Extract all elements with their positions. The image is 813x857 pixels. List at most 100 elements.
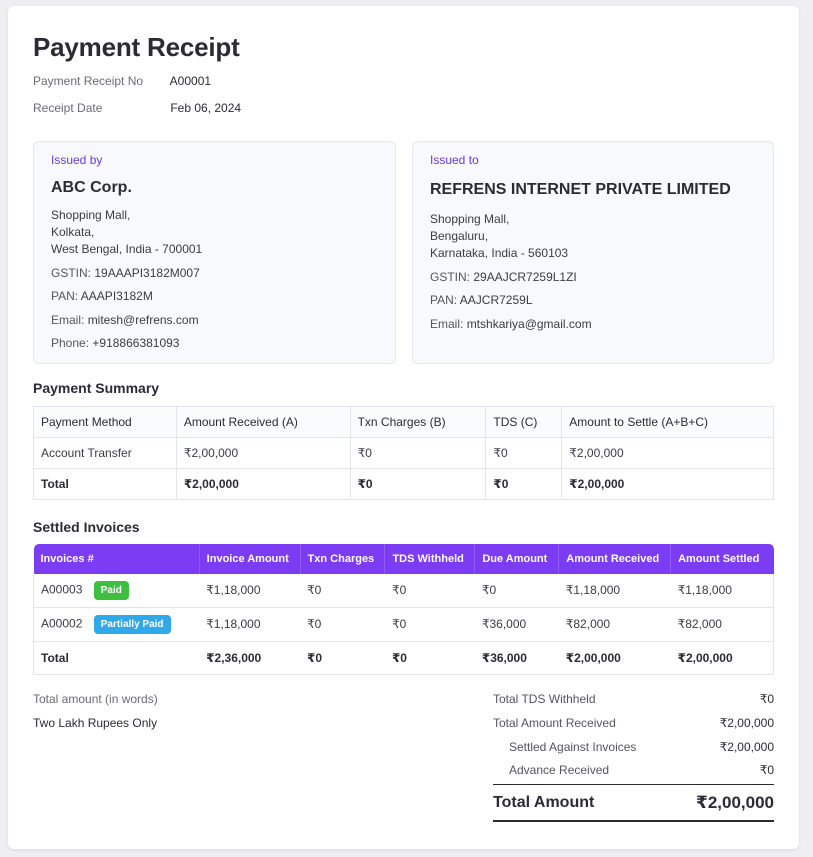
email-label: Email: [430,317,464,331]
table-cell: ₹0 [384,607,475,642]
payment-summary-title: Payment Summary [33,380,160,396]
grand-total-row: Total Amount ₹2,00,000 [493,784,774,822]
table-cell: ₹1,18,000 [199,574,301,608]
column-header: Amount Settled [670,544,774,574]
table-cell: Total [33,641,200,675]
issued-to-address: Shopping Mall, Bengaluru, Karnataka, Ind… [430,211,756,262]
column-header: Invoices # [33,544,200,574]
issued-by-address-line: Kolkata, [51,225,95,239]
column-header: TDS Withheld [384,544,476,574]
table-cell: ₹0 [384,641,475,675]
table-cell: ₹82,000 [558,607,671,642]
column-header: Amount Received [558,544,672,574]
invoice-cell: A00003 Paid [33,574,200,608]
settled-against-value: ₹2,00,000 [719,740,774,754]
page-title: Payment Receipt [33,32,240,62]
total-received-value: ₹2,00,000 [719,716,774,730]
invoice-number-link[interactable]: A00003 [41,582,82,596]
table-cell: ₹0 [300,574,385,608]
table-row: Account Transfer ₹2,00,000 ₹0 ₹0 ₹2,00,0… [33,437,774,469]
gstin-label: GSTIN: [430,270,471,284]
issued-to-address-line: Bengaluru, [430,229,489,243]
column-header: Payment Method [33,406,177,438]
invoice-number-link[interactable]: A00002 [41,616,82,630]
amount-words-label: Total amount (in words) [33,692,158,706]
table-row: A00002 Partially Paid ₹1,18,000 ₹0 ₹0 ₹3… [33,607,774,642]
pan-value: AAAPI3182M [80,289,153,303]
payment-summary-table: Payment Method Amount Received (A) Txn C… [33,406,774,500]
issued-to-gstin: GSTIN: 29AAJCR7259L1ZI [430,270,756,284]
table-cell: ₹36,000 [474,641,559,675]
issued-to-address-line: Shopping Mall, [430,212,510,226]
grand-total-value: ₹2,00,000 [695,793,774,812]
settled-against-label: Settled Against Invoices [509,740,637,754]
table-cell: ₹2,00,000 [558,641,671,675]
issued-by-phone: Phone: +918866381093 [51,336,378,350]
email-value: mtshkariya@gmail.com [466,317,592,331]
column-header: Invoice Amount [199,544,301,574]
table-cell: ₹2,00,000 [561,468,774,500]
table-cell: ₹2,00,000 [175,468,351,500]
pan-value: AAJCR7259L [459,293,533,307]
receipt-date-value: Feb 06, 2024 [170,101,242,115]
column-header: Due Amount [474,544,560,574]
amount-words-value: Two Lakh Rupees Only [33,716,158,730]
issued-by-tag: Issued by [51,153,103,167]
receipt-number-value: A00001 [169,74,212,88]
issued-by-email: Email: mitesh@refrens.com [51,313,378,327]
advance-received-label: Advance Received [509,763,610,777]
table-cell: ₹1,18,000 [199,607,301,642]
total-tds-value: ₹0 [759,692,774,706]
table-cell: ₹0 [485,437,563,469]
issued-by-address: Shopping Mall, Kolkata, West Bengal, Ind… [51,207,378,258]
settled-invoices-title: Settled Invoices [33,519,140,535]
gstin-value: 29AAJCR7259L1ZI [473,270,577,284]
receipt-number-label: Payment Receipt No [33,74,144,88]
table-cell: ₹0 [384,574,475,608]
issued-to-address-line: Karnataka, India - 560103 [430,246,569,260]
table-cell: ₹1,18,000 [670,574,774,608]
pan-label: PAN: [51,289,79,303]
receipt-date-row: Receipt Date Feb 06, 2024 [33,101,241,115]
table-cell: Total [33,468,177,500]
column-header: Txn Charges (B) [349,406,487,438]
table-cell: ₹2,36,000 [199,641,301,675]
column-header: TDS (C) [485,406,563,438]
total-tds-label: Total TDS Withheld [493,692,596,706]
table-row: A00003 Paid ₹1,18,000 ₹0 ₹0 ₹0 ₹1,18,000… [33,574,774,608]
email-label: Email: [51,313,85,327]
table-cell: ₹0 [349,468,487,500]
issued-by-pan: PAN: AAAPI3182M [51,289,378,303]
total-received-label: Total Amount Received [493,716,616,730]
table-cell: ₹1,18,000 [558,574,671,608]
table-cell: ₹0 [485,468,563,500]
table-cell: Account Transfer [33,437,177,469]
pan-label: PAN: [430,293,458,307]
issued-to-tag: Issued to [430,153,479,167]
issued-by-address-line: West Bengal, India - 700001 [51,242,203,256]
issued-by-name: ABC Corp. [51,179,132,196]
issued-to-email: Email: mtshkariya@gmail.com [430,317,756,331]
advance-received-value: ₹0 [759,763,774,777]
table-header-row: Invoices # Invoice Amount Txn Charges TD… [33,544,774,574]
table-cell: ₹36,000 [474,607,559,642]
table-total-row: Total ₹2,36,000 ₹0 ₹0 ₹36,000 ₹2,00,000 … [33,641,774,675]
settled-invoices-table: Invoices # Invoice Amount Txn Charges TD… [33,544,774,675]
table-cell: ₹2,00,000 [561,437,774,469]
status-badge: Partially Paid [93,614,171,634]
phone-value: +918866381093 [92,336,180,350]
table-cell: ₹0 [349,437,487,469]
table-cell: ₹0 [474,574,559,608]
issued-by-address-line: Shopping Mall, [51,208,131,222]
gstin-value: 19AAAPI3182M007 [94,266,200,280]
issued-by-card: Issued by ABC Corp. Shopping Mall, Kolka… [33,141,396,364]
table-cell: ₹0 [300,607,385,642]
issued-to-card: Issued to REFRENS INTERNET PRIVATE LIMIT… [412,141,774,364]
column-header: Txn Charges [300,544,386,574]
table-header-row: Payment Method Amount Received (A) Txn C… [33,406,774,438]
receipt-number-row: Payment Receipt No A00001 [33,74,211,88]
receipt-card: Payment Receipt Payment Receipt No A0000… [8,6,799,849]
grand-total-label: Total Amount [493,794,595,811]
table-cell: ₹2,00,000 [175,437,351,469]
column-header: Amount to Settle (A+B+C) [561,406,774,438]
